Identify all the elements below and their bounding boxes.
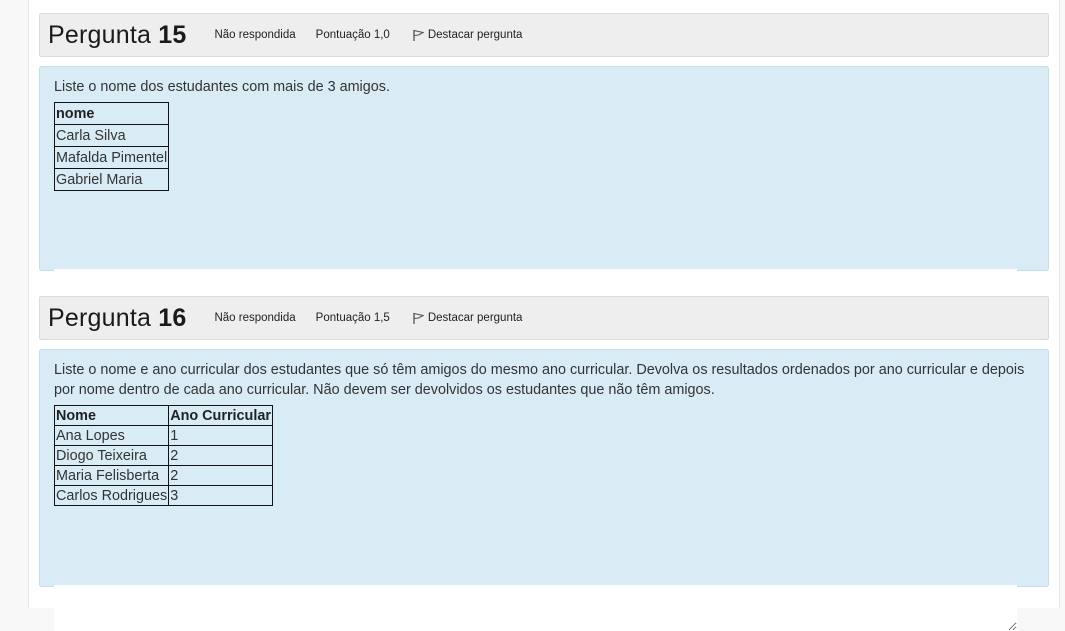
flag-label: Destacar pergunta [427, 29, 523, 41]
question-prompt: Liste o nome e ano curricular dos estuda… [54, 362, 1025, 398]
expected-result-table: nome Carla Silva Mafalda Pimentel Gabrie… [53, 102, 170, 191]
question-16: Pergunta 16 Não respondida Pontuação 1,5… [39, 296, 1049, 631]
expected-result-table: Nome Ano Curricular Ana Lopes 1 Diogo Te… [53, 405, 273, 506]
question-status: Não respondida [214, 29, 296, 41]
table-row: Mafalda Pimentel [53, 146, 170, 169]
question-body: Liste o nome e ano curricular dos estuda… [39, 349, 1049, 631]
column-header: Nome [53, 405, 170, 426]
question-title: Pergunta 16 [48, 303, 187, 332]
flag-icon [413, 29, 424, 41]
flag-question-button[interactable]: Destacar pergunta [412, 29, 523, 42]
table-header-row: nome [53, 102, 170, 125]
question-title: Pergunta 15 [48, 20, 187, 49]
table-cell: Carla Silva [53, 124, 170, 147]
table-row: Ana Lopes 1 [53, 425, 273, 446]
table-row: Carla Silva [53, 124, 170, 147]
table-cell: 2 [168, 465, 273, 486]
flag-label: Destacar pergunta [427, 312, 523, 324]
column-header: nome [53, 102, 170, 125]
table-cell: Carlos Rodrigues [53, 485, 170, 506]
question-number: 16 [158, 303, 187, 332]
table-row: Carlos Rodrigues 3 [53, 485, 273, 506]
table-cell: Gabriel Maria [53, 168, 170, 191]
table-cell: 3 [168, 485, 273, 506]
question-number: 15 [158, 20, 187, 49]
table-cell: Maria Felisberta [53, 465, 170, 486]
table-row: Diogo Teixeira 2 [53, 445, 273, 466]
question-header: Pergunta 16 Não respondida Pontuação 1,5… [39, 296, 1049, 340]
column-header: Ano Curricular [168, 405, 273, 426]
question-score: Pontuação 1,0 [315, 29, 390, 41]
table-cell: 2 [168, 445, 273, 466]
quiz-page: Pergunta 15 Não respondida Pontuação 1,0… [28, 0, 1060, 631]
flag-question-button[interactable]: Destacar pergunta [412, 312, 523, 325]
question-15: Pergunta 15 Não respondida Pontuação 1,0… [39, 13, 1049, 315]
question-header: Pergunta 15 Não respondida Pontuação 1,0… [39, 13, 1049, 57]
answer-input[interactable] [54, 585, 1017, 631]
table-row: Maria Felisberta 2 [53, 465, 273, 486]
table-cell: 1 [168, 425, 273, 446]
table-cell: Diogo Teixeira [53, 445, 170, 466]
table-row: Gabriel Maria [53, 168, 170, 191]
flag-icon [413, 312, 424, 324]
question-prompt: Liste o nome dos estudantes com mais de … [54, 79, 390, 95]
question-body: Liste o nome dos estudantes com mais de … [39, 66, 1049, 315]
table-header-row: Nome Ano Curricular [53, 405, 273, 426]
question-score: Pontuação 1,5 [315, 312, 390, 324]
table-cell: Ana Lopes [53, 425, 170, 446]
question-status: Não respondida [214, 312, 296, 324]
table-cell: Mafalda Pimentel [53, 146, 170, 169]
